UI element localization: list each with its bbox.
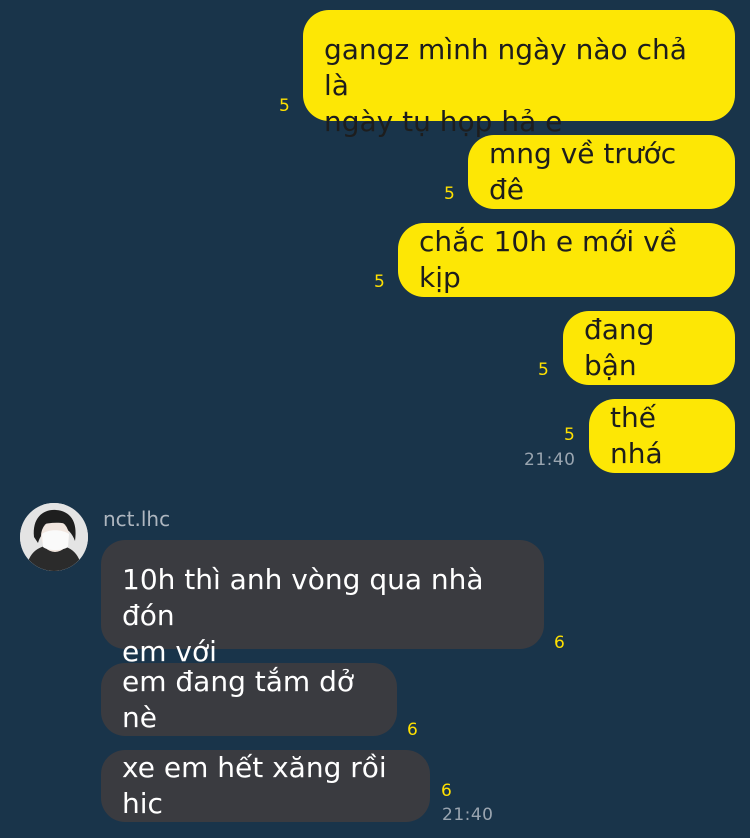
outgoing-message[interactable]: thế nhá — [589, 399, 735, 473]
message-text: chắc 10h e mới về kịp — [419, 225, 677, 294]
unread-count: 6 — [554, 633, 565, 653]
sender-name: nct.lhc — [103, 507, 171, 531]
outgoing-message[interactable]: đang bận — [563, 311, 735, 385]
unread-count: 5 — [279, 96, 290, 116]
message-text: gangz mình ngày nào chả là ngày tụ họp h… — [324, 33, 687, 138]
unread-count: 5 — [374, 272, 385, 292]
outgoing-message[interactable]: chắc 10h e mới về kịp — [398, 223, 735, 297]
unread-count: 5 — [538, 360, 549, 380]
incoming-message[interactable]: 10h thì anh vòng qua nhà đón em với — [101, 540, 544, 668]
message-timestamp: 21:40 — [442, 805, 494, 825]
message-text: 10h thì anh vòng qua nhà đón em với — [122, 563, 484, 668]
message-timestamp: 21:40 — [524, 450, 576, 470]
outgoing-message[interactable]: gangz mình ngày nào chả là ngày tụ họp h… — [303, 10, 735, 138]
unread-count: 6 — [441, 781, 452, 801]
avatar[interactable] — [20, 503, 88, 571]
incoming-message[interactable]: em đang tắm dở nè — [101, 663, 397, 736]
message-text: mng về trước đê — [489, 137, 677, 206]
unread-count: 5 — [564, 425, 575, 445]
profile-photo-icon — [20, 503, 88, 571]
message-text: thế nhá — [610, 401, 663, 470]
message-text: đang bận — [584, 313, 655, 382]
incoming-message[interactable]: xe em hết xăng rồi hic — [101, 750, 430, 822]
message-text: em đang tắm dở nè — [122, 664, 354, 734]
unread-count: 5 — [444, 184, 455, 204]
unread-count: 6 — [407, 720, 418, 740]
outgoing-message[interactable]: mng về trước đê — [468, 135, 735, 209]
message-text: xe em hết xăng rồi hic — [122, 751, 387, 820]
